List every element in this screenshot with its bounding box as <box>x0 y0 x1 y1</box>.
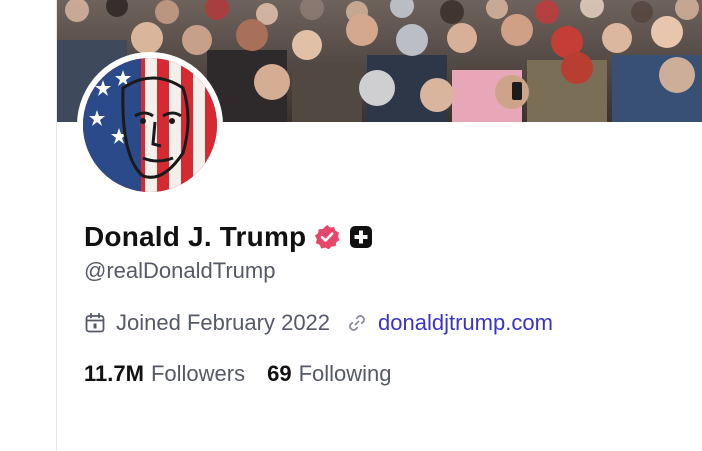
profile-page: Donald J. Trump @realDonaldTrump Joined … <box>0 0 702 451</box>
website-link[interactable]: donaldjtrump.com <box>378 310 553 336</box>
username-handle: @realDonaldTrump <box>84 258 276 283</box>
following-link[interactable]: 69 Following <box>267 361 413 387</box>
plus-badge-icon[interactable] <box>349 225 373 249</box>
profile-meta: Joined February 2022 donaldjtrump.com <box>84 310 682 336</box>
joined-date: Joined February 2022 <box>116 310 331 335</box>
profile-tabs <box>57 440 702 451</box>
profile-info: Donald J. Trump @realDonaldTrump Joined … <box>84 218 682 387</box>
followers-link[interactable]: 11.7M Followers <box>84 361 267 387</box>
display-name: Donald J. Trump <box>84 221 307 252</box>
follow-stats: 11.7M Followers 69 Following <box>84 361 682 387</box>
calendar-icon <box>85 312 105 333</box>
link-icon <box>349 315 365 331</box>
following-count: 69 <box>267 361 292 386</box>
followers-label: Followers <box>150 361 246 386</box>
verified-badge-icon[interactable] <box>314 224 340 250</box>
followers-count: 11.7M <box>84 361 144 386</box>
name-row: Donald J. Trump <box>84 218 682 256</box>
following-label: Following <box>298 361 392 386</box>
avatar[interactable] <box>83 58 217 192</box>
left-sidebar-edge <box>0 0 57 451</box>
